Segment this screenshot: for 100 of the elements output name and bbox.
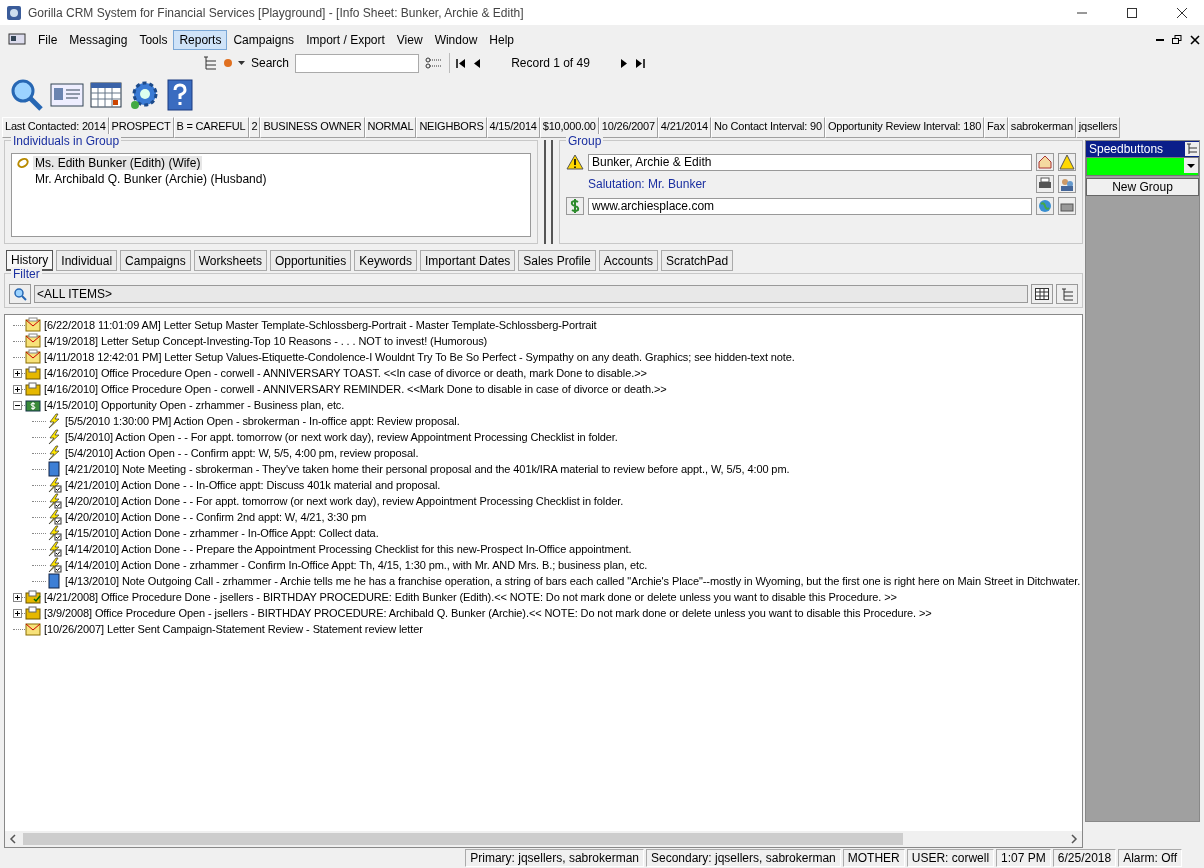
history-entry[interactable]: [4/20/2010] Action Done - - Confirm 2nd appt: W, 4/21, 3:30 pm <box>62 511 367 523</box>
next-record-icon[interactable] <box>619 58 630 68</box>
status-field: Primary: jqsellers, sabrokerman <box>465 849 644 867</box>
menu-item[interactable]: Tools <box>133 30 174 50</box>
fax-icon[interactable] <box>1058 197 1076 215</box>
new-group-button[interactable]: New Group <box>1086 178 1199 196</box>
speedbutton-dropdown[interactable] <box>1086 157 1199 176</box>
help-icon[interactable] <box>166 78 194 112</box>
note-icon <box>46 461 62 477</box>
panel-title: Individuals in Group <box>11 134 122 148</box>
website-field[interactable]: www.archiesplace.com <box>588 197 1032 215</box>
horizontal-scrollbar[interactable] <box>5 831 1082 847</box>
calendar-icon[interactable] <box>90 80 122 110</box>
menu-item[interactable]: Import / Export <box>300 30 391 50</box>
panel-title: Speedbuttons <box>1089 142 1164 156</box>
status-field: 6/25/2018 <box>1052 849 1117 867</box>
search-icon[interactable] <box>10 78 44 112</box>
individual-item[interactable]: Mr. Archibald Q. Bunker (Archie) (Husband) <box>33 172 269 186</box>
lightning-icon <box>46 445 62 461</box>
history-entry[interactable]: [4/21/2010] Note Meeting - sbrokerman - They've taken home their personal proposal and the 401k/IRA material to review before appt., W, 5/5, 4:00 pm. <box>62 463 790 475</box>
tab[interactable]: Campaigns <box>120 250 191 271</box>
tab[interactable]: Accounts <box>598 250 659 271</box>
first-record-icon[interactable] <box>456 58 467 68</box>
history-entry[interactable]: [4/19/2018] Letter Setup Concept-Investing-Top 10 Reasons - . . . NOT to invest! (Humorous) <box>41 335 488 347</box>
dot-icon <box>224 59 232 67</box>
tab[interactable]: ScratchPad <box>661 250 734 271</box>
status-field: Secondary: jqsellers, sabrokerman <box>646 849 841 867</box>
filter-search-button[interactable] <box>9 284 31 304</box>
warning-icon <box>566 154 584 170</box>
info-field: 10/26/2007 <box>598 117 658 138</box>
history-entry[interactable]: [5/4/2010] Action Open - - Confirm appt: W, 5/5, 4:00 pm, review proposal. <box>62 447 419 459</box>
grid-icon <box>1035 288 1049 300</box>
search-label: Search <box>251 56 290 70</box>
folder-icon <box>25 589 41 605</box>
menu-item[interactable]: Campaigns <box>227 30 301 50</box>
history-entry[interactable]: [4/11/2018 12:42:01 PM] Letter Setup Values-Etiquette-Condolence-I Wouldnt Try To Be So Perfect - Sympathy on any death. Graphics; see hidden-text note. <box>41 351 795 363</box>
tree-view-icon <box>202 55 218 71</box>
people-icon[interactable] <box>1058 175 1076 193</box>
last-record-icon[interactable] <box>635 58 646 68</box>
expand-icon[interactable] <box>13 592 22 602</box>
menu-item[interactable]: Messaging <box>63 30 134 50</box>
contact-card-icon[interactable] <box>50 80 84 110</box>
group-name-field[interactable]: Bunker, Archie & Edith <box>588 153 1032 171</box>
list-view-button[interactable] <box>1031 284 1053 304</box>
history-entry[interactable]: [4/14/2010] Action Done - - Prepare the Appointment Processing Checklist for this new-Prospect In-Office appointment. <box>62 543 632 555</box>
menu-item[interactable]: Window <box>428 30 484 50</box>
info-field: BUSINESS OWNER <box>260 117 365 138</box>
tree-view-icon <box>1060 287 1074 301</box>
previous-record-icon[interactable] <box>472 58 483 68</box>
tree-view-icon[interactable] <box>1185 142 1199 156</box>
menu-item[interactable]: Help <box>483 30 520 50</box>
collapse-icon[interactable] <box>13 400 22 410</box>
history-entry[interactable]: [4/20/2010] Action Done - - For appt. tomorrow (or next work day), review Appointment Processing Checklist in folder. <box>62 495 624 507</box>
record-counter: Record 1 of 49 <box>510 56 591 70</box>
history-entry[interactable]: [4/21/2008] Office Procedure Done - jsellers - BIRTHDAY PROCEDURE: Edith Bunker (Edith).<< NOTE: Do not mark done or delete unless you want to disable this Procedure. >> <box>41 591 897 603</box>
history-entry[interactable]: [4/15/2010] Action Done - zrhammer - In-Office Appt: Collect data. <box>62 527 379 539</box>
tab[interactable]: Opportunities <box>269 250 352 271</box>
info-field: sabrokerman <box>1007 117 1076 138</box>
history-entry[interactable]: [4/14/2010] Action Done - zrhammer - Confirm In-Office Appt: Th, 4/15, 1:30 pm., with Mr. AND Mrs. B.; business plan, etc. <box>62 559 648 571</box>
house-icon[interactable] <box>1036 153 1054 171</box>
info-field: PROSPECT <box>108 117 174 138</box>
menu-item[interactable]: Reports <box>173 30 228 50</box>
history-entry[interactable]: [4/16/2010] Office Procedure Open - corwell - ANNIVERSARY TOAST. <<In case of divorce or death, mark Done to disable.>> <box>41 367 647 379</box>
history-entry[interactable]: [5/4/2010] Action Open - - For appt. tomorrow (or next work day), review Appointment Processing Checklist in folder. <box>62 431 618 443</box>
history-entry[interactable]: [6/22/2018 11:01:09 AM] Letter Setup Master Template-Schlossberg-Portrait - Master Template-Schlossberg-Portrait <box>41 319 597 331</box>
lightning-icon <box>46 429 62 445</box>
printer-icon[interactable] <box>1036 175 1054 193</box>
history-entry[interactable]: [4/16/2010] Office Procedure Open - corwell - ANNIVERSARY REMINDER. <<Mark Done to disable in case of divorce or death.>> <box>41 383 667 395</box>
history-entry[interactable]: [4/21/2010] Action Done - - In-Office appt: Discuss 401k material and proposal. <box>62 479 441 491</box>
money-icon <box>25 397 41 413</box>
expand-icon[interactable] <box>13 608 22 618</box>
info-field: Fax <box>984 117 1008 138</box>
expand-icon[interactable] <box>13 368 22 378</box>
salutation-text: Salutation: Mr. Bunker <box>587 177 708 191</box>
info-field: 4/15/2014 <box>486 117 540 138</box>
history-entry[interactable]: [5/5/2010 1:30:00 PM] Action Open - sbrokerman - In-office appt: Review proposal. <box>62 415 460 427</box>
history-entry[interactable]: [4/15/2010] Opportunity Open - zrhammer - Business plan, etc. <box>41 399 345 411</box>
tab[interactable]: Keywords <box>354 250 417 271</box>
info-field: 4/21/2014 <box>657 117 711 138</box>
search-icon <box>13 287 27 301</box>
splitter-bar[interactable] <box>544 140 553 244</box>
restore-icon <box>1172 35 1182 45</box>
individual-item[interactable]: Ms. Edith Bunker (Edith) (Wife) <box>33 156 203 170</box>
tab[interactable]: Sales Profile <box>518 250 596 271</box>
search-field[interactable] <box>295 53 420 73</box>
warning-icon[interactable] <box>1058 153 1076 171</box>
expand-icon[interactable] <box>13 384 22 394</box>
tab[interactable]: Important Dates <box>419 250 516 271</box>
gear-icon[interactable] <box>128 79 160 111</box>
history-entry[interactable]: [10/26/2007] Letter Sent Campaign-Statement Review - Statement review letter <box>41 623 423 635</box>
history-entry[interactable]: [3/9/2008] Office Procedure Open - jsellers - BIRTHDAY PROCEDURE: Archibald Q. Bunker (Archie).<< NOTE: Do not mark done or delete unless you want to disable this Procedure. >> <box>41 607 932 619</box>
status-field: MOTHER <box>842 849 905 867</box>
tab[interactable]: Worksheets <box>193 250 267 271</box>
panel-title: Filter <box>11 267 42 281</box>
menu-item[interactable]: View <box>390 30 429 50</box>
menu-item[interactable]: File <box>32 30 64 50</box>
history-entry[interactable]: [4/13/2010] Note Outgoing Call - zrhammer - Archie tells me he has a franchise operation, a string of bars each called "Archie's Place"--mostly in Wyoming, but the first one is right here on Main Street in Ditchwater. <box>62 575 1081 587</box>
filter-field[interactable]: <ALL ITEMS> <box>34 285 1028 303</box>
app-icon <box>6 4 22 21</box>
tab[interactable]: Individual <box>56 250 118 271</box>
